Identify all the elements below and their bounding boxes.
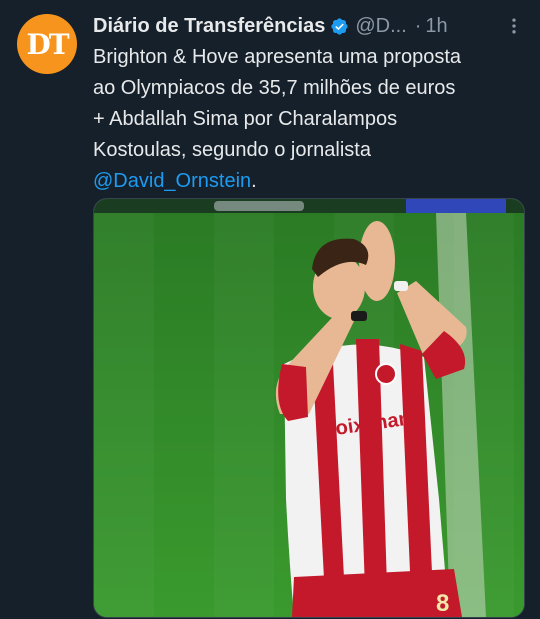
tweet-tail: . (251, 170, 257, 192)
tweet-line: @David_Ornstein. (93, 166, 528, 197)
timestamp[interactable]: 1h (425, 15, 447, 38)
avatar[interactable]: DT (17, 14, 77, 74)
tweet-line: Brighton & Hove apresenta uma proposta (93, 46, 461, 68)
jersey-number-text: 8 (436, 590, 449, 617)
verified-badge-icon (331, 17, 348, 35)
account-name[interactable]: Diário de Transferências (93, 15, 325, 38)
tweet-image[interactable]: Stoiximan 8 (93, 198, 525, 618)
account-handle[interactable]: @D... (355, 15, 406, 38)
tweet-text: Brighton & Hove apresenta uma proposta a… (93, 42, 528, 197)
tweet-line: + Abdallah Sima por Charalampos (93, 108, 398, 130)
player-photo: Stoiximan 8 (94, 199, 524, 617)
separator-dot: · (414, 14, 422, 37)
tweet-line: Kostoulas, segundo o jornalista (93, 139, 371, 161)
tweet-line: ao Olympiacos de 35,7 milhões de euros (93, 77, 456, 99)
mention-link[interactable]: @David_Ornstein (93, 170, 251, 192)
more-options-icon[interactable] (502, 14, 526, 38)
tweet-header: Diário de Transferências @D... · 1h (93, 12, 526, 40)
